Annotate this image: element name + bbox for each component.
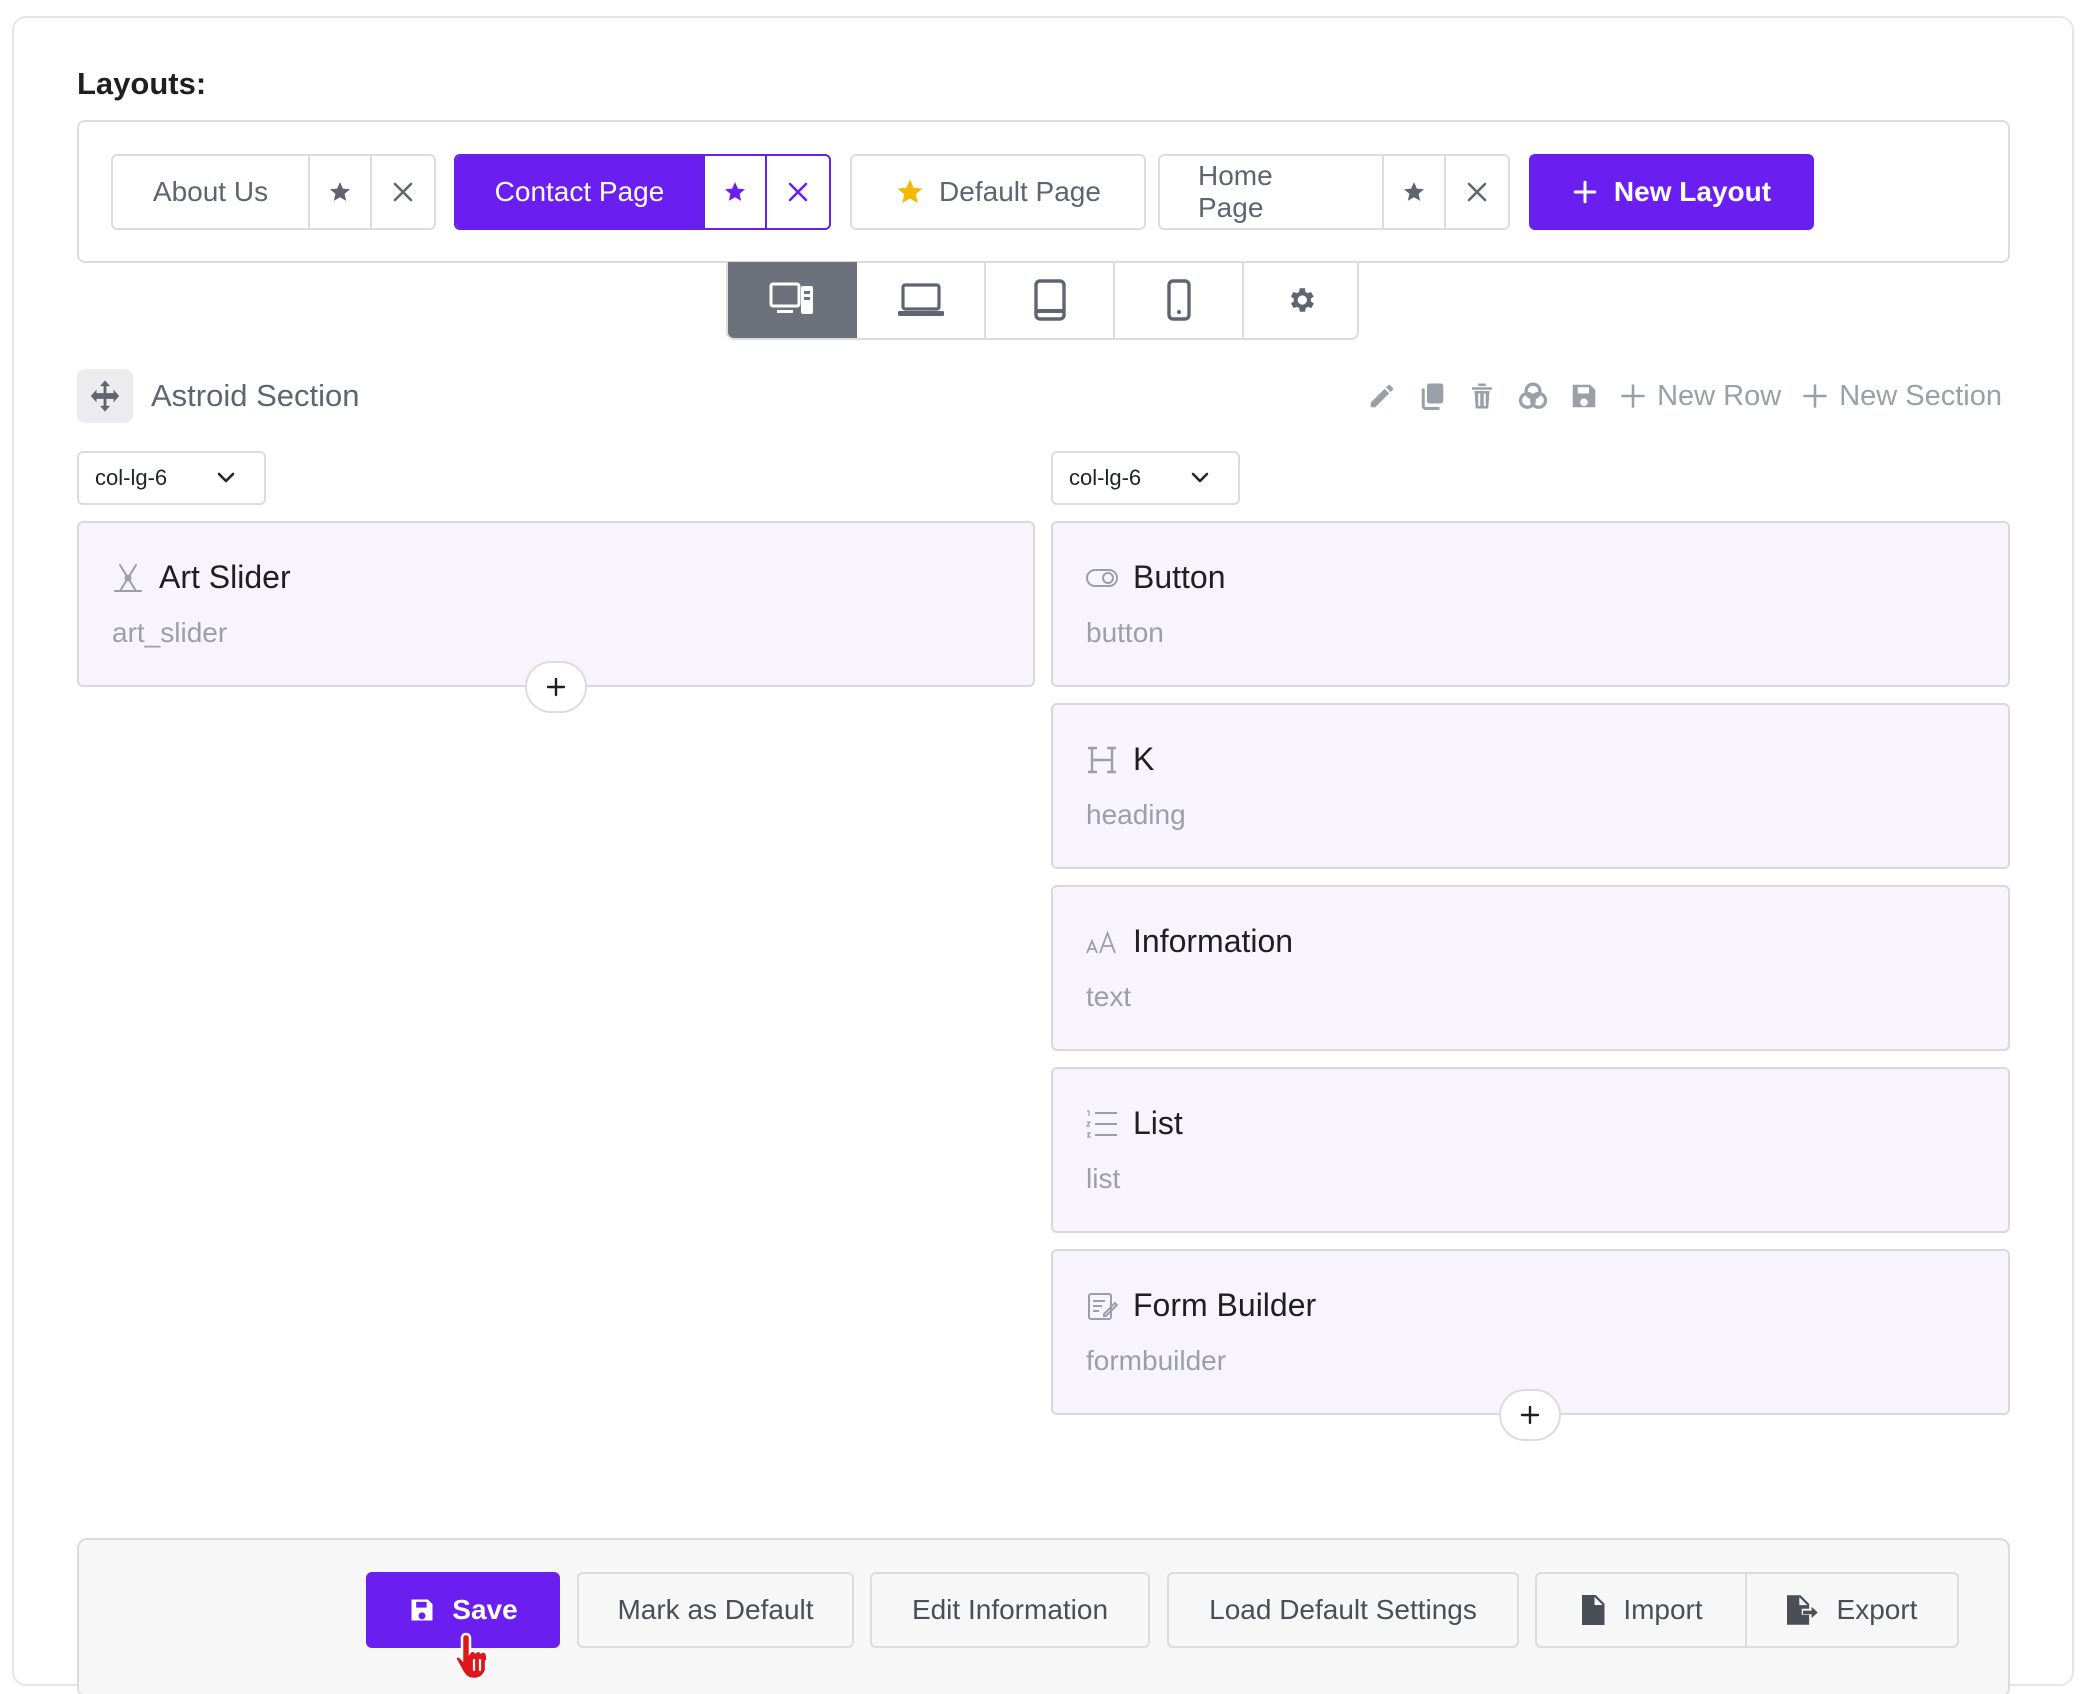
import-export-group: Import Export bbox=[1535, 1572, 1959, 1648]
gear-icon[interactable] bbox=[1244, 262, 1357, 338]
plus-icon bbox=[546, 677, 566, 697]
heading-icon bbox=[1085, 743, 1119, 777]
element-title: Information bbox=[1133, 923, 1294, 959]
duplicate-copy-icon[interactable] bbox=[1417, 381, 1447, 411]
new-section-button[interactable]: New Section bbox=[1801, 380, 2002, 413]
column-size-value: col-lg-6 bbox=[95, 465, 168, 490]
element-card-button[interactable]: Button button bbox=[1051, 521, 2010, 687]
layout-tab-about-us: About Us bbox=[111, 154, 436, 230]
tablet-icon[interactable] bbox=[986, 262, 1115, 338]
section-toolbar: New Row New Section bbox=[1367, 374, 2002, 418]
layout-name-default[interactable]: Default Page bbox=[852, 156, 1144, 228]
desktop-icon[interactable] bbox=[728, 262, 857, 338]
element-card-heading[interactable]: K heading bbox=[1051, 703, 2010, 869]
element-title: Art Slider bbox=[159, 559, 291, 595]
plus-icon bbox=[1803, 384, 1827, 408]
save-label: Save bbox=[452, 1594, 518, 1625]
form-icon bbox=[1085, 1289, 1119, 1323]
edit-information-button[interactable]: Edit Information bbox=[870, 1572, 1150, 1648]
hand-pointer-cursor-icon bbox=[454, 1630, 500, 1687]
laptop-icon[interactable] bbox=[857, 262, 986, 338]
save-floppy-icon[interactable] bbox=[1569, 381, 1599, 411]
element-title: Button bbox=[1133, 559, 1226, 595]
remove-close-icon[interactable] bbox=[372, 156, 434, 228]
background-style-icon[interactable] bbox=[1517, 381, 1549, 411]
layout-tab-default-page: Default Page bbox=[850, 154, 1146, 230]
layout-name[interactable]: About Us bbox=[113, 156, 310, 228]
layout-name[interactable]: Home Page bbox=[1160, 156, 1384, 228]
column-size-select[interactable]: col-lg-6 bbox=[77, 451, 266, 505]
import-label: Import bbox=[1623, 1594, 1703, 1625]
move-handle-icon[interactable] bbox=[77, 369, 133, 423]
add-element-button[interactable] bbox=[1499, 1389, 1561, 1441]
edit-pencil-icon[interactable] bbox=[1367, 381, 1397, 411]
element-type: art_slider bbox=[112, 617, 228, 648]
export-button[interactable]: Export bbox=[1747, 1574, 1957, 1646]
file-import-icon bbox=[1582, 1595, 1605, 1625]
new-layout-button[interactable]: New Layout bbox=[1529, 154, 1814, 230]
element-type: list bbox=[1086, 1163, 1121, 1194]
element-title: K bbox=[1133, 741, 1155, 777]
new-row-label: New Row bbox=[1657, 379, 1782, 412]
element-card-list[interactable]: List list bbox=[1051, 1067, 2010, 1233]
layout-tab-home-page: Home Page bbox=[1158, 154, 1510, 230]
chevron-down-icon bbox=[217, 472, 235, 483]
plus-icon bbox=[1520, 1405, 1540, 1425]
layout-name: Default Page bbox=[939, 176, 1101, 207]
chevron-down-icon bbox=[1191, 472, 1209, 483]
device-switcher bbox=[726, 262, 1359, 340]
element-title: Form Builder bbox=[1133, 1287, 1317, 1323]
toggle-icon bbox=[1085, 561, 1119, 595]
new-layout-label: New Layout bbox=[1613, 176, 1772, 207]
set-default-star-icon[interactable] bbox=[1384, 156, 1446, 228]
column-size-value: col-lg-6 bbox=[1069, 465, 1142, 490]
set-default-star-icon[interactable] bbox=[310, 156, 372, 228]
add-element-button[interactable] bbox=[525, 661, 587, 713]
plus-icon bbox=[1621, 384, 1645, 408]
element-type: heading bbox=[1086, 799, 1186, 830]
element-card-text[interactable]: Information text bbox=[1051, 885, 2010, 1051]
default-star-icon bbox=[897, 179, 923, 204]
plus-icon bbox=[1573, 180, 1597, 204]
text-size-icon bbox=[1085, 925, 1119, 959]
file-export-icon bbox=[1786, 1595, 1818, 1625]
layout-name[interactable]: Contact Page bbox=[456, 156, 705, 228]
section-header: Astroid Section bbox=[77, 368, 360, 424]
import-button[interactable]: Import bbox=[1537, 1574, 1747, 1646]
section-title: Astroid Section bbox=[151, 378, 360, 413]
column-size-select[interactable]: col-lg-6 bbox=[1051, 451, 1240, 505]
remove-close-icon[interactable] bbox=[1446, 156, 1508, 228]
element-type: formbuilder bbox=[1086, 1345, 1227, 1376]
element-type: button bbox=[1086, 617, 1164, 648]
art-slider-icon bbox=[111, 561, 145, 595]
layouts-label: Layouts: bbox=[77, 66, 207, 101]
set-default-star-icon[interactable] bbox=[705, 156, 767, 228]
new-section-label: New Section bbox=[1839, 379, 2002, 412]
element-type: text bbox=[1086, 981, 1132, 1012]
delete-trash-icon[interactable] bbox=[1467, 381, 1497, 411]
list-ol-icon bbox=[1085, 1107, 1119, 1141]
layout-tab-contact-page: Contact Page bbox=[454, 154, 831, 230]
element-title: List bbox=[1133, 1105, 1183, 1141]
mark-as-default-button[interactable]: Mark as Default bbox=[577, 1572, 854, 1648]
new-row-button[interactable]: New Row bbox=[1619, 380, 1781, 413]
save-floppy-icon bbox=[411, 1599, 433, 1621]
mobile-icon[interactable] bbox=[1115, 262, 1244, 338]
remove-close-icon[interactable] bbox=[767, 156, 829, 228]
export-label: Export bbox=[1836, 1594, 1918, 1625]
load-default-settings-button[interactable]: Load Default Settings bbox=[1167, 1572, 1519, 1648]
